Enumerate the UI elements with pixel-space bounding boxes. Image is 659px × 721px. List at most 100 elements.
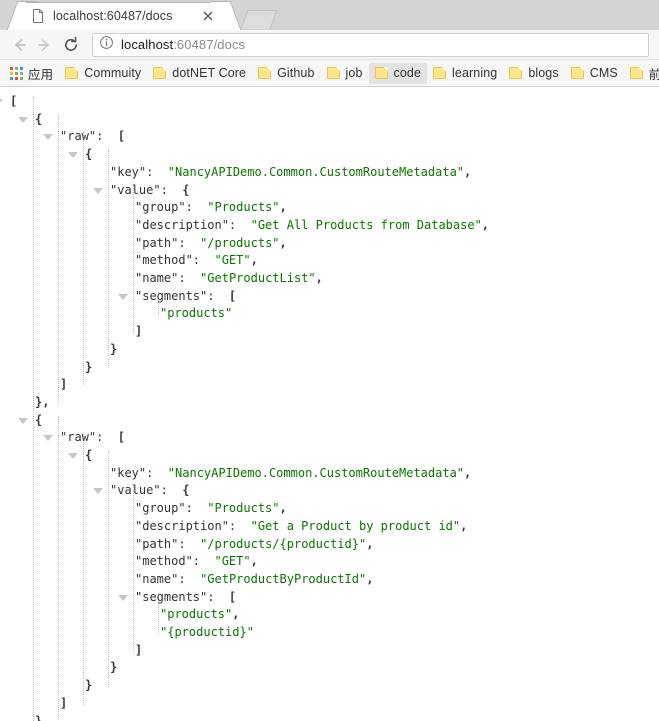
bookmark-item-blogs[interactable]: blogs (503, 63, 564, 84)
json-line: } (0, 677, 659, 695)
bookmark-item-前[interactable]: 前 (624, 63, 659, 84)
new-tab-shape (240, 10, 278, 29)
json-line: "method": "GET", (0, 553, 659, 571)
json-token-str: "/products/{productid}" (185, 536, 367, 551)
bookmark-item-learning[interactable]: learning (427, 63, 503, 84)
json-token-colon: : (185, 200, 193, 215)
folder-icon (629, 67, 643, 79)
disclosure-triangle-icon[interactable] (18, 417, 28, 424)
bookmark-label: dotNET Core (172, 66, 247, 80)
json-token-punc: , (366, 536, 374, 551)
address-bar[interactable]: localhost:60487/docs (92, 32, 649, 57)
bookmarks-bar: 应用 Commuity dotNET Core Github job code learn… (0, 60, 659, 87)
json-line: "raw": [ (0, 429, 659, 447)
browser-window: localhost:60487/docs localhost:60487/doc… (0, 0, 659, 721)
tab-title: localhost:60487/docs (53, 9, 173, 23)
json-line-text: "segments": [ (135, 589, 236, 607)
info-circle-icon[interactable] (99, 35, 114, 55)
bookmark-item-github[interactable]: Github (252, 63, 320, 84)
json-line: "group": "Products", (0, 199, 659, 217)
json-token-punc: [ (10, 94, 18, 108)
json-line: "value": { (0, 482, 659, 500)
reload-icon[interactable] (58, 32, 84, 58)
browser-tab[interactable]: localhost:60487/docs (26, 2, 222, 30)
folder-icon (433, 67, 447, 79)
json-token-str: "GetProductList" (185, 271, 316, 285)
json-line-text: ] (135, 323, 142, 341)
bookmark-label: learning (452, 66, 498, 80)
json-line-text: "path": "/products/{productid}", (135, 536, 373, 554)
json-line: "description": "Get a Product by product… (0, 518, 659, 536)
json-token-colon: : (160, 182, 168, 197)
json-token-punc: , (315, 271, 323, 285)
json-line-text: "description": "Get All Products from Da… (135, 217, 489, 235)
json-line: }, (0, 394, 659, 412)
json-line-text: { (35, 412, 42, 430)
json-line: "key": "NancyAPIDemo.Common.CustomRouteM… (0, 164, 659, 182)
json-token-str: "Products" (192, 200, 280, 215)
json-token-str: "/products" (185, 235, 280, 250)
json-line: "products" (0, 305, 659, 323)
json-token-str: "GetProductByProductId" (185, 571, 367, 586)
json-token-punc: ] (60, 377, 68, 392)
back-arrow-icon[interactable] (6, 32, 32, 58)
bookmark-item-dotnet-core[interactable]: dotNET Core (147, 63, 252, 84)
json-token-key: "group" (135, 501, 186, 516)
disclosure-triangle-icon[interactable] (18, 116, 28, 123)
apps-grid-icon (10, 66, 23, 80)
bookmark-label: Commuity (84, 66, 142, 80)
json-token-punc: } (85, 359, 93, 374)
json-token-punc: , (460, 518, 468, 533)
json-token-key: "raw" (60, 129, 97, 144)
bookmark-label: code (393, 66, 422, 80)
disclosure-triangle-icon[interactable] (43, 134, 53, 141)
new-tab-icon[interactable] (240, 10, 278, 30)
apps-shortcut[interactable]: 应用 (4, 63, 59, 84)
bookmark-item-cms[interactable]: CMS (565, 63, 624, 84)
json-token-punc: [ (103, 430, 126, 445)
json-token-punc: , (366, 571, 374, 586)
json-token-punc: ] (60, 695, 68, 710)
disclosure-triangle-icon[interactable] (93, 187, 103, 194)
bookmark-label: CMS (589, 66, 618, 80)
json-line-text: "name": "GetProductList", (135, 270, 323, 288)
folder-icon (153, 67, 167, 79)
close-icon[interactable] (200, 8, 216, 24)
bookmark-item-job[interactable]: job (321, 63, 369, 84)
forward-arrow-icon[interactable] (32, 32, 58, 58)
bookmark-item-commuity[interactable]: Commuity (59, 63, 147, 84)
json-token-str: "Get All Products from Database" (236, 217, 482, 232)
json-token-key: "key" (110, 465, 147, 480)
json-line-text: [ (10, 93, 17, 111)
json-token-punc: , (279, 200, 287, 215)
json-token-punc: , (279, 501, 287, 516)
disclosure-triangle-icon[interactable] (68, 152, 78, 159)
json-token-key: "path" (135, 235, 179, 250)
bookmark-item-code[interactable]: code (368, 62, 428, 84)
json-token-colon: : (178, 536, 186, 551)
disclosure-triangle-icon[interactable] (0, 99, 3, 105)
json-line: { (0, 412, 659, 430)
json-token-str: "NancyAPIDemo.Common.CustomRouteMetadata… (153, 465, 465, 480)
json-line: ] (0, 695, 659, 713)
disclosure-triangle-icon[interactable] (43, 435, 53, 442)
json-line: "method": "GET", (0, 252, 659, 270)
json-token-key: "method" (135, 554, 193, 569)
disclosure-triangle-icon[interactable] (93, 488, 103, 495)
json-token-key: "value" (110, 182, 161, 197)
disclosure-triangle-icon[interactable] (118, 293, 128, 300)
json-token-punc: , (250, 253, 258, 268)
json-token-punc: , (481, 217, 490, 232)
folder-icon (258, 67, 272, 79)
json-token-key: "method" (135, 253, 193, 268)
json-token-colon: : (178, 235, 186, 250)
json-token-str: "products" (160, 306, 233, 321)
json-line-text: "{productid}" (160, 624, 254, 642)
json-token-key: "value" (110, 483, 161, 498)
json-line: "path": "/products", (0, 235, 659, 253)
disclosure-triangle-icon[interactable] (68, 453, 78, 459)
json-line-text: "group": "Products", (135, 199, 287, 217)
json-line-text: "key": "NancyAPIDemo.Common.CustomRouteM… (110, 164, 471, 182)
disclosure-triangle-icon[interactable] (118, 594, 128, 601)
json-token-key: "path" (135, 536, 179, 551)
